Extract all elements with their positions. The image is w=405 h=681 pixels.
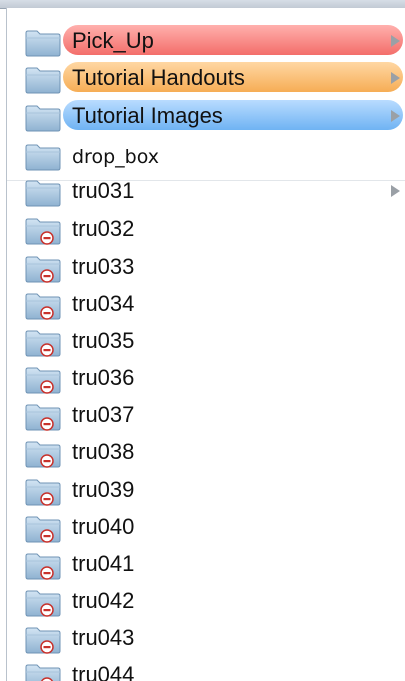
list-item-label: tru032	[72, 216, 135, 241]
restricted-folder-icon	[25, 590, 61, 617]
list-item[interactable]: tru037	[7, 396, 405, 433]
list-item-label: tru040	[72, 514, 135, 539]
restricted-folder-icon	[25, 441, 61, 468]
list-item-label: tru042	[72, 588, 135, 613]
disclosure-arrow-icon[interactable]	[391, 72, 400, 84]
list-item[interactable]: tru043	[7, 619, 405, 656]
list-item[interactable]: tru038	[7, 433, 405, 470]
restricted-folder-icon	[25, 330, 61, 357]
restricted-folder-icon	[25, 516, 61, 543]
list-item-label: Tutorial Handouts	[72, 65, 245, 90]
folder-icon	[25, 144, 61, 171]
list-item[interactable]: tru039	[7, 471, 405, 508]
list-item[interactable]: tru036	[7, 359, 405, 396]
folder-icon	[25, 180, 61, 207]
list-item[interactable]: tru041	[7, 545, 405, 582]
list-item[interactable]: drop_box	[7, 136, 405, 173]
folder-list[interactable]: Pick_Up Tutorial Handouts Tutorial Image…	[6, 8, 405, 681]
list-item[interactable]: Tutorial Images	[7, 97, 405, 134]
folder-icon	[25, 30, 61, 57]
disclosure-arrow-icon[interactable]	[391, 110, 400, 122]
disclosure-arrow-icon[interactable]	[391, 185, 400, 197]
list-item[interactable]: tru040	[7, 508, 405, 545]
list-item-label: tru039	[72, 477, 135, 502]
list-item-label: tru031	[72, 178, 135, 203]
restricted-folder-icon	[25, 404, 61, 431]
list-item[interactable]: Pick_Up	[7, 22, 405, 59]
list-item-label: tru038	[72, 439, 135, 464]
list-item-label: drop_box	[72, 146, 159, 168]
restricted-folder-icon	[25, 367, 61, 394]
list-item-label: tru037	[72, 402, 135, 427]
list-item[interactable]: tru044	[7, 656, 405, 681]
restricted-folder-icon	[25, 256, 61, 283]
restricted-folder-icon	[25, 553, 61, 580]
list-item[interactable]: tru035	[7, 322, 405, 359]
restricted-folder-icon	[25, 293, 61, 320]
list-item[interactable]: Tutorial Handouts	[7, 59, 405, 96]
list-item-label: Pick_Up	[72, 28, 154, 53]
list-item-label: tru044	[72, 662, 135, 681]
list-item[interactable]: tru031	[7, 172, 405, 209]
restricted-folder-icon	[25, 479, 61, 506]
list-item[interactable]: tru042	[7, 582, 405, 619]
restricted-folder-icon	[25, 627, 61, 654]
list-item-label: tru033	[72, 254, 135, 279]
list-item-label: tru036	[72, 365, 135, 390]
folder-icon	[25, 67, 61, 94]
list-item[interactable]: tru032	[7, 210, 405, 247]
list-item-label: tru034	[72, 291, 135, 316]
restricted-folder-icon	[25, 218, 61, 245]
list-item-label: tru041	[72, 551, 135, 576]
list-item-label: Tutorial Images	[72, 103, 223, 128]
list-item-label: tru043	[72, 625, 135, 650]
list-item-label: tru035	[72, 328, 135, 353]
list-item[interactable]: tru033	[7, 248, 405, 285]
disclosure-arrow-icon[interactable]	[391, 35, 400, 47]
folder-icon	[25, 105, 61, 132]
restricted-folder-icon	[25, 664, 61, 681]
list-item[interactable]: tru034	[7, 285, 405, 322]
